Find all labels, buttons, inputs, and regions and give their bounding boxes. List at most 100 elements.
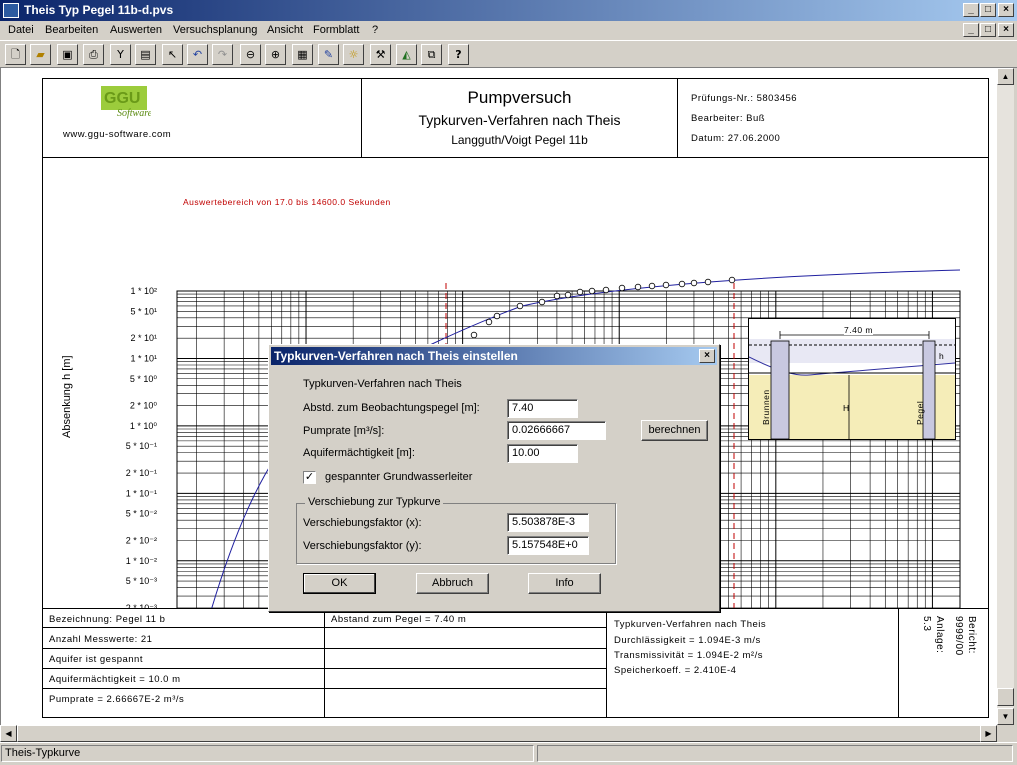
- maechtigkeit-label: Aquifermächtigkeit [m]:: [303, 447, 415, 459]
- well-diagram: 7.40 m Brunnen Pegel H h: [748, 318, 956, 440]
- move-icon[interactable]: ◭: [396, 44, 417, 65]
- report-title: Pumpversuch: [467, 88, 572, 107]
- data-point: [493, 312, 501, 320]
- doc-minimize-button[interactable]: _: [963, 23, 979, 37]
- svg-text:GGU: GGU: [104, 90, 140, 107]
- y-tick-label: 5 * 10¹: [130, 306, 157, 316]
- gespannt-label: gespannter Grundwasserleiter: [325, 471, 473, 483]
- y-tick-label: 5 * 10⁻¹: [126, 441, 157, 451]
- y-tick-label: 1 * 10⁻¹: [126, 488, 157, 498]
- fy-input[interactable]: 5.157548E+0: [507, 536, 589, 555]
- pointer-icon[interactable]: ↖: [162, 44, 183, 65]
- dialog-close-icon[interactable]: ×: [699, 349, 715, 363]
- app-icon[interactable]: [3, 3, 19, 18]
- y-tick-label: 2 * 10⁰: [130, 401, 158, 411]
- bericht-label: Bericht:: [966, 616, 977, 654]
- menu-bar: Datei Bearbeiten Auswerten Versuchsplanu…: [0, 21, 1017, 40]
- data-point: [564, 291, 572, 299]
- redo-icon[interactable]: ↷: [212, 44, 233, 65]
- menu-auswerten[interactable]: Auswerten: [110, 24, 162, 36]
- inset-distance: 7.40 m: [844, 325, 873, 335]
- dialog-title-bar: Typkurven-Verfahren nach Theis einstelle…: [271, 347, 717, 365]
- chart-edit-icon[interactable]: ✎: [318, 44, 339, 65]
- hscroll-thumb[interactable]: [17, 725, 981, 742]
- inset-h-label: H: [843, 403, 850, 413]
- ok-button[interactable]: OK: [303, 573, 376, 594]
- maechtigkeit-input[interactable]: 10.00: [507, 444, 578, 463]
- doc-close-button[interactable]: ×: [998, 23, 1014, 37]
- new-file-icon[interactable]: 🗋: [5, 44, 26, 65]
- result-transmissivitaet: Transmissivität = 1.094E-2 m²/s: [614, 650, 763, 661]
- datum: Datum: 27.06.2000: [691, 133, 781, 144]
- info-button[interactable]: Info: [528, 573, 601, 594]
- report-subtitle-2: Langguth/Voigt Pegel 11b: [451, 133, 588, 147]
- data-point: [618, 284, 626, 292]
- info-pumprate: Pumprate = 2.66667E-2 m³/s: [49, 694, 185, 705]
- print-icon[interactable]: ⎙: [83, 44, 104, 65]
- pruefungs-nr: Prüfungs-Nr.: 5803456: [691, 93, 798, 104]
- data-point: [728, 276, 736, 284]
- close-button[interactable]: ×: [998, 3, 1014, 17]
- theis-settings-dialog: Typkurven-Verfahren nach Theis einstelle…: [268, 344, 720, 612]
- doc-restore-button[interactable]: □: [980, 23, 996, 37]
- gespannt-checkbox[interactable]: ✓: [303, 471, 316, 484]
- y-tick-label: 2 * 10⁻²: [126, 535, 157, 545]
- data-point: [678, 280, 686, 288]
- scroll-up-icon[interactable]: ▲: [997, 68, 1014, 85]
- minimize-button[interactable]: _: [963, 3, 979, 17]
- scroll-left-icon[interactable]: ◀: [0, 725, 17, 742]
- status-pane-2: [537, 745, 1013, 762]
- scroll-thumb[interactable]: [997, 688, 1014, 706]
- scroll-right-icon[interactable]: ▶: [980, 725, 997, 742]
- data-point: [470, 331, 478, 339]
- y-tick-label: 5 * 10⁰: [130, 374, 158, 384]
- menu-versuchsplanung[interactable]: Versuchsplanung: [173, 24, 257, 36]
- abbruch-button[interactable]: Abbruch: [416, 573, 489, 594]
- save-icon[interactable]: ▣: [57, 44, 78, 65]
- y-tick-label: 5 * 10⁻²: [126, 509, 157, 519]
- zoom-out-icon[interactable]: ⊖: [240, 44, 261, 65]
- status-text: Theis-Typkurve: [1, 745, 534, 762]
- bearbeiter: Bearbeiter: Buß: [691, 113, 766, 124]
- vertical-scrollbar[interactable]: ▲ ▼: [997, 68, 1014, 725]
- ggu-logo: GGU Software: [99, 84, 153, 120]
- dialog-heading: Typkurven-Verfahren nach Theis: [303, 378, 462, 390]
- data-point: [662, 281, 670, 289]
- inset-h-small: h: [939, 351, 945, 361]
- data-point: [485, 318, 493, 326]
- tools-icon[interactable]: Y: [110, 44, 131, 65]
- fx-label: Verschiebungsfaktor (x):: [303, 517, 422, 529]
- lightbulb-icon[interactable]: ☼: [343, 44, 364, 65]
- open-folder-icon[interactable]: ▰: [30, 44, 51, 65]
- copy-icon[interactable]: ⧉: [421, 44, 442, 65]
- result-durchlaessigkeit: Durchlässigkeit = 1.094E-3 m/s: [614, 635, 761, 646]
- table-icon[interactable]: ▦: [292, 44, 313, 65]
- menu-bearbeiten[interactable]: Bearbeiten: [45, 24, 98, 36]
- berechnen-button[interactable]: berechnen: [641, 420, 708, 441]
- y-tick-label: 2 * 10¹: [130, 333, 157, 343]
- menu-ansicht[interactable]: Ansicht: [267, 24, 303, 36]
- title-bar: Theis Typ Pegel 11b-d.pvs _ □ ×: [0, 0, 1017, 21]
- result-speicherkoeff: Speicherkoeff. = 2.410E-4: [614, 665, 737, 676]
- fx-input[interactable]: 5.503878E-3: [507, 513, 589, 532]
- svg-text:Software: Software: [117, 108, 151, 119]
- help-icon[interactable]: ?: [448, 44, 469, 65]
- page-preview-icon[interactable]: ▤: [135, 44, 156, 65]
- anlage-label: Anlage:: [934, 616, 945, 654]
- zoom-in-icon[interactable]: ⊕: [265, 44, 286, 65]
- abstand-input[interactable]: 7.40: [507, 399, 578, 418]
- data-point: [588, 287, 596, 295]
- undo-icon[interactable]: ↶: [187, 44, 208, 65]
- maximize-button[interactable]: □: [980, 3, 996, 17]
- menu-help[interactable]: ?: [372, 24, 378, 36]
- scroll-corner: [997, 725, 1014, 742]
- menu-formblatt[interactable]: Formblatt: [313, 24, 359, 36]
- pumprate-input[interactable]: 0.02666667: [507, 421, 606, 440]
- horizontal-scrollbar[interactable]: ◀ ▶: [0, 725, 997, 742]
- scroll-down-icon[interactable]: ▼: [997, 708, 1014, 725]
- menu-datei[interactable]: Datei: [8, 24, 34, 36]
- dialog-title: Typkurven-Verfahren nach Theis einstelle…: [274, 349, 518, 363]
- data-point: [602, 286, 610, 294]
- info-bezeichnung: Bezeichnung: Pegel 11 b: [49, 614, 166, 625]
- hammer-icon[interactable]: ⚒: [370, 44, 391, 65]
